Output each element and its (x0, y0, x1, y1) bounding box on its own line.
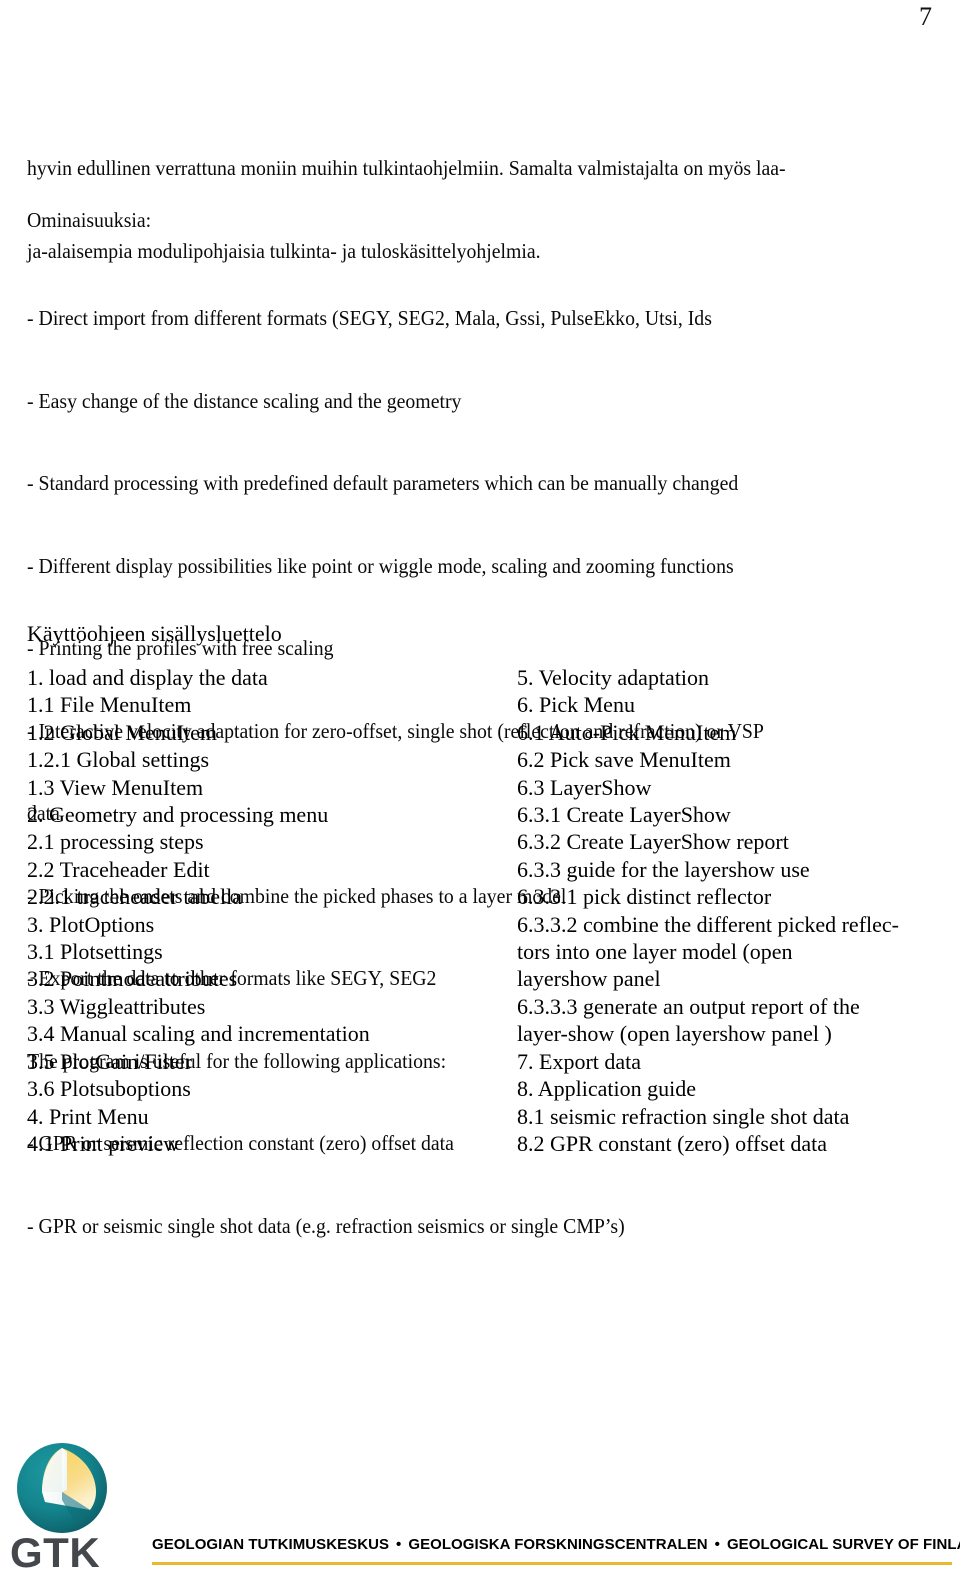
toc-entry[interactable]: 6.3 LayerShow (517, 774, 947, 801)
toc-entry[interactable]: 3. PlotOptions (27, 911, 497, 938)
toc-entry[interactable]: 3.5 PlotGain/Filter (27, 1048, 497, 1075)
feature-line: - Standard processing with predefined de… (27, 471, 739, 495)
org-name-sv: GEOLOGISKA FORSKNINGSCENTRALEN (408, 1536, 708, 1553)
toc-entry[interactable]: tors into one layer model (open (517, 938, 947, 965)
toc-entry[interactable]: 1.1 File MenuItem (27, 691, 497, 718)
toc-entry[interactable]: 7. Export data (517, 1048, 947, 1075)
toc-entry[interactable]: 6.3.3.1 pick distinct reflector (517, 883, 947, 910)
feature-line: - Easy change of the distance scaling an… (27, 388, 462, 413)
toc-entry[interactable]: 2. Geometry and processing menu (27, 801, 497, 828)
toc-entry[interactable]: 8.1 seismic refraction single shot data (517, 1103, 947, 1130)
toc-entry[interactable]: 6. Pick Menu (517, 691, 947, 718)
toc-entry[interactable]: 6.1 Auto-Pick MenuItem (517, 719, 947, 746)
feature-line: - Different display possibilities like p… (27, 553, 734, 578)
page-number: 7 (919, 2, 932, 31)
intro-line: hyvin edullinen verrattuna moniin muihin… (27, 156, 786, 180)
toc-entry[interactable]: 6.2 Pick save MenuItem (517, 746, 947, 773)
org-name-fi: GEOLOGIAN TUTKIMUSKESKUS (152, 1536, 390, 1553)
toc-entry[interactable]: 1.2 Global MenuItem (27, 719, 497, 746)
toc-entry[interactable]: 2.2 Traceheader Edit (27, 856, 497, 883)
toc-left-column: 1. load and display the data 1.1 File Me… (27, 664, 497, 1157)
feature-line: - GPR or seismic single shot data (e.g. … (27, 1213, 625, 1238)
features-heading: Ominaisuuksia: (27, 208, 152, 232)
toc-entry[interactable]: 8. Application guide (517, 1075, 947, 1102)
toc-entry[interactable]: 6.3.1 Create LayerShow (517, 801, 947, 828)
bullet-separator-icon: • (396, 1536, 402, 1553)
toc-entry[interactable]: 4.1 Print preview (27, 1130, 497, 1157)
toc-entry[interactable]: 3.4 Manual scaling and incrementation (27, 1020, 497, 1047)
gtk-wordmark: GTK (10, 1529, 101, 1576)
toc-entry[interactable]: 5. Velocity adaptation (517, 664, 947, 691)
document-page: 7 hyvin edullinen verrattuna moniin muih… (0, 0, 960, 1579)
toc-entry[interactable]: 6.3.3.3 generate an output report of the (517, 993, 947, 1020)
footer-organization-line: GEOLOGIAN TUTKIMUSKESKUS • GEOLOGISKA FORS… (152, 1536, 960, 1553)
org-name-en: GEOLOGICAL SURVEY OF FINLAND (726, 1536, 960, 1553)
toc-entry[interactable]: 3.3 Wiggleattributes (27, 993, 497, 1020)
footer-gold-rule (152, 1562, 952, 1565)
toc-entry[interactable]: 2.1 processing steps (27, 828, 497, 855)
gtk-sphere-logo-icon (14, 1440, 110, 1536)
toc-entry[interactable]: 4. Print Menu (27, 1103, 497, 1130)
toc-entry[interactable]: 6.3.3.2 combine the different picked ref… (517, 911, 947, 938)
toc-entry[interactable]: 3.6 Plotsuboptions (27, 1075, 497, 1102)
toc-entry[interactable]: 3.2 Pointmodeattributes (27, 965, 497, 992)
toc-entry[interactable]: 2.2.1 traceheader tabella (27, 883, 497, 910)
toc-entry[interactable]: layershow panel (517, 965, 947, 992)
toc-entry[interactable]: 1. load and display the data (27, 664, 497, 691)
toc-entry[interactable]: 8.2 GPR constant (zero) offset data (517, 1130, 947, 1157)
toc-right-column: 5. Velocity adaptation 6. Pick Menu 6.1 … (517, 664, 947, 1157)
page-footer: GTK (0, 1432, 960, 1579)
toc-entry[interactable]: 6.3.3 guide for the layershow use (517, 856, 947, 883)
toc-entry[interactable]: 1.3 View MenuItem (27, 774, 497, 801)
toc-title: Käyttöohjeen sisällysluettelo (27, 621, 282, 646)
toc-entry[interactable]: 1.2.1 Global settings (27, 746, 497, 773)
toc-entry[interactable]: 6.3.2 Create LayerShow report (517, 828, 947, 855)
toc-entry[interactable]: 3.1 Plotsettings (27, 938, 497, 965)
bullet-separator-icon: • (714, 1536, 720, 1553)
toc-entry[interactable]: layer-show (open layershow panel ) (517, 1020, 947, 1047)
feature-line: - Direct import from different formats (… (27, 306, 712, 330)
